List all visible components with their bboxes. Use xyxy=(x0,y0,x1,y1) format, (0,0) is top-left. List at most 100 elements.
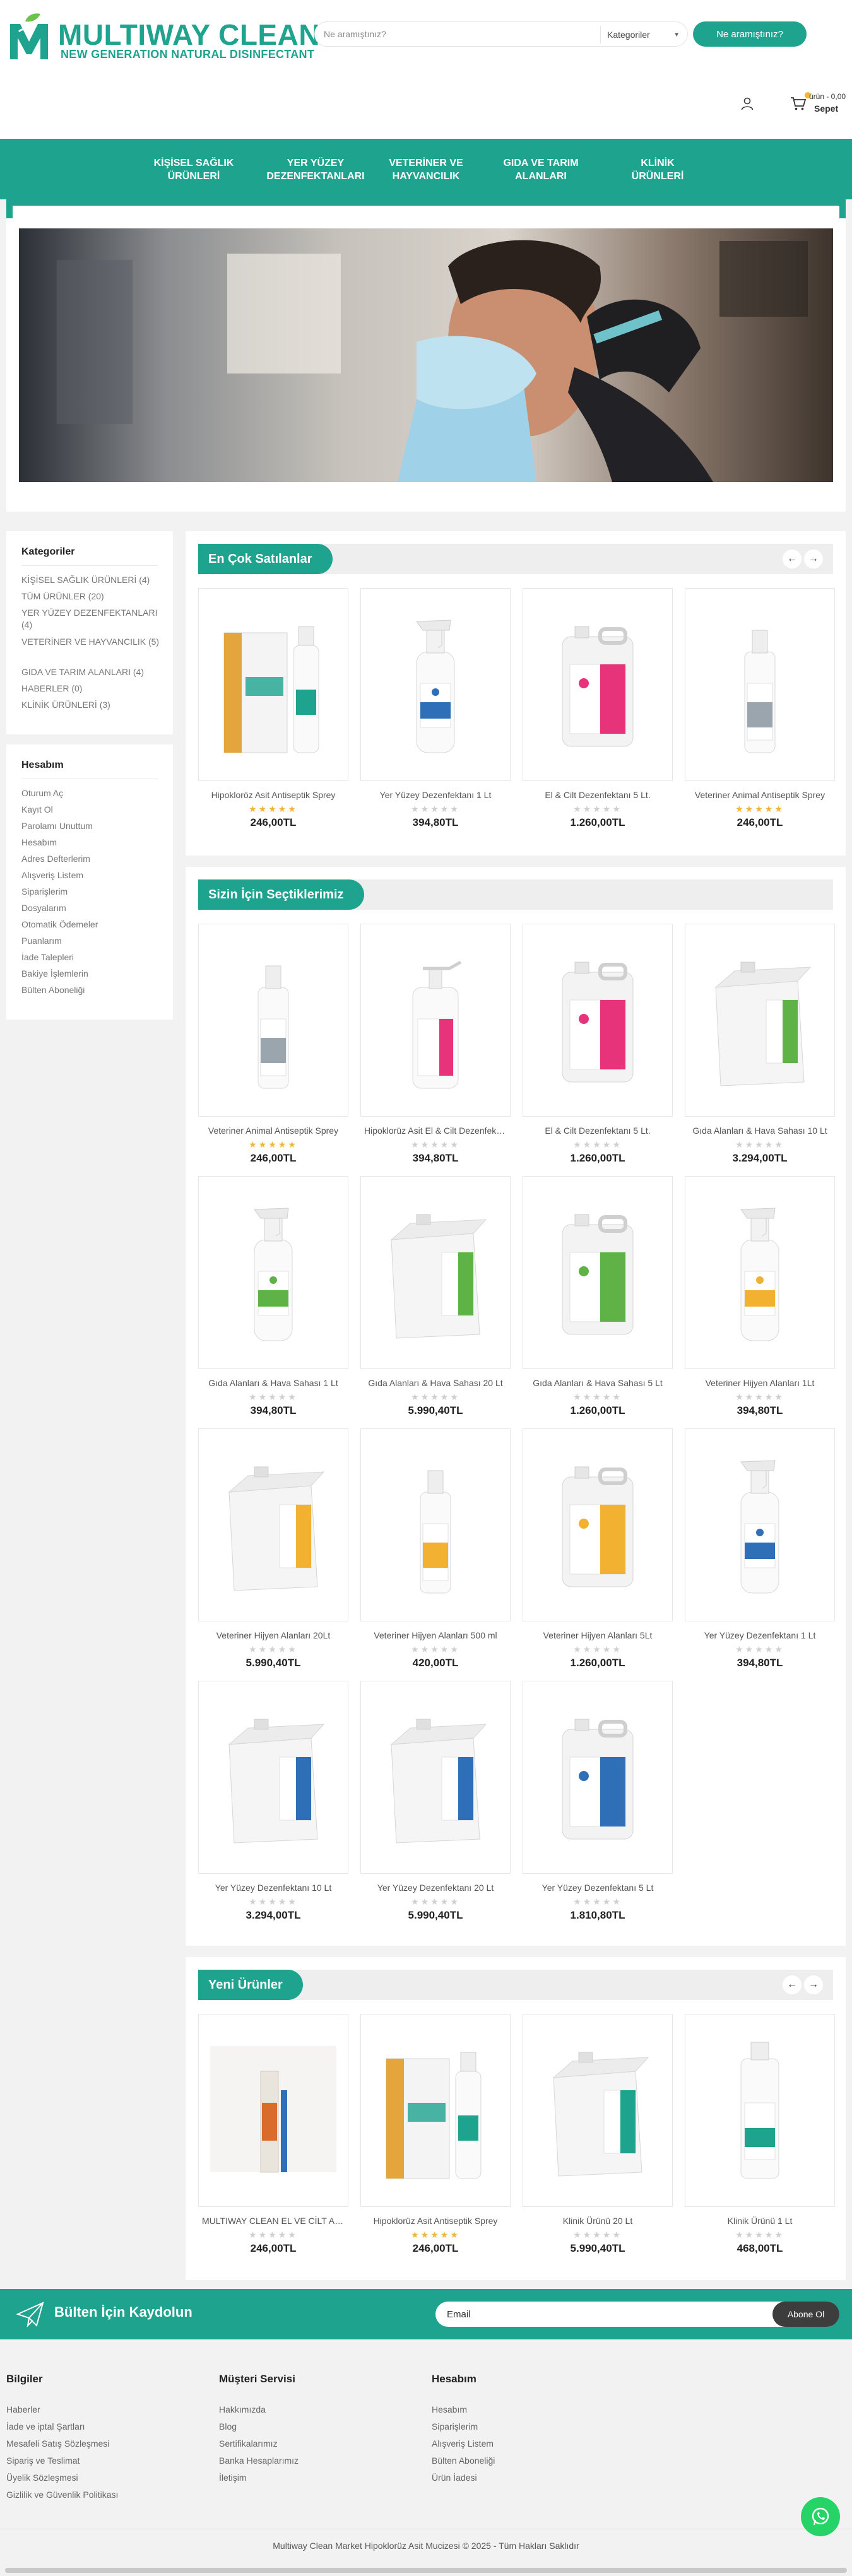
product-image[interactable] xyxy=(210,1448,336,1603)
shopping-cart-icon[interactable] xyxy=(790,96,807,111)
product-card[interactable] xyxy=(198,924,348,1117)
product-card[interactable] xyxy=(360,924,511,1117)
product-name[interactable]: Veteriner Hijyen Alanları 500 ml xyxy=(360,1630,511,1640)
account-link[interactable]: Siparişlerim xyxy=(21,886,163,898)
account-link[interactable]: Dosyalarım xyxy=(21,902,163,914)
user-account-icon[interactable] xyxy=(740,96,755,111)
product-image[interactable] xyxy=(372,1196,499,1350)
product-name[interactable]: El & Cilt Dezenfektanı 5 Lt. xyxy=(523,1126,673,1136)
account-link[interactable]: Kayıt Ol xyxy=(21,804,163,816)
product-image[interactable] xyxy=(372,943,499,1098)
footer-link[interactable]: İletişim xyxy=(219,2473,247,2483)
product-name[interactable]: Hipokloröz Asit Antiseptik Sprey xyxy=(198,790,348,800)
product-card[interactable] xyxy=(685,588,835,781)
product-name[interactable]: Yer Yüzey Dezenfektanı 5 Lt xyxy=(523,1883,673,1893)
product-name[interactable]: Gıda Alanları & Hava Sahası 20 Lt xyxy=(360,1378,511,1388)
footer-link[interactable]: Sipariş ve Teslimat xyxy=(6,2455,80,2466)
product-name[interactable]: El & Cilt Dezenfektanı 5 Lt. xyxy=(523,790,673,800)
product-card[interactable] xyxy=(360,2014,511,2207)
nav-item-clinical[interactable]: KLİNİK ÜRÜNLERİ xyxy=(607,156,708,183)
product-image[interactable] xyxy=(535,1448,661,1603)
product-card[interactable] xyxy=(360,588,511,781)
category-link[interactable]: VETERİNER VE HAYVANCILIK (5) xyxy=(21,636,163,648)
cart-label[interactable]: Sepet xyxy=(814,103,838,114)
footer-link[interactable]: Siparişlerim xyxy=(432,2421,478,2432)
account-link[interactable]: Puanlarım xyxy=(21,935,163,947)
whatsapp-icon[interactable] xyxy=(801,2497,840,2536)
category-link[interactable]: KLİNİK ÜRÜNLERİ (3) xyxy=(21,699,163,711)
account-link[interactable]: Otomatik Ödemeler xyxy=(21,919,163,931)
product-name[interactable]: Yer Yüzey Dezenfektanı 1 Lt xyxy=(360,790,511,800)
nav-item-personal-health[interactable]: KİŞİSEL SAĞLIK ÜRÜNLERİ xyxy=(143,156,244,183)
footer-link[interactable]: Sertifikalarımız xyxy=(219,2438,278,2449)
product-image[interactable] xyxy=(697,608,823,762)
footer-link[interactable]: Hakkımızda xyxy=(219,2404,266,2414)
product-card[interactable] xyxy=(523,1176,673,1369)
product-card[interactable] xyxy=(198,1176,348,1369)
category-link[interactable]: TÜM ÜRÜNLER (20) xyxy=(21,591,163,603)
account-link[interactable]: Hesabım xyxy=(21,837,163,849)
category-link[interactable]: HABERLER (0) xyxy=(21,683,163,695)
account-link[interactable]: Oturum Aç xyxy=(21,787,163,799)
account-link[interactable]: Parolamı Unuttum xyxy=(21,820,163,832)
footer-link[interactable]: Mesafeli Satış Sözleşmesi xyxy=(6,2438,109,2449)
product-card[interactable] xyxy=(198,1681,348,1874)
product-image[interactable] xyxy=(372,608,499,762)
product-card[interactable] xyxy=(198,588,348,781)
search-input[interactable] xyxy=(324,22,589,46)
product-card[interactable] xyxy=(685,2014,835,2207)
product-name[interactable]: Gıda Alanları & Hava Sahası 5 Lt xyxy=(523,1378,673,1388)
footer-link[interactable]: İade ve iptal Şartları xyxy=(6,2421,85,2432)
product-image[interactable] xyxy=(697,2033,823,2188)
product-name[interactable]: Veteriner Animal Antiseptik Sprey xyxy=(685,790,835,800)
subscribe-button[interactable]: Abone Ol xyxy=(772,2302,839,2327)
product-image[interactable] xyxy=(697,1448,823,1603)
account-link[interactable]: Alışveriş Listem xyxy=(21,869,163,881)
product-name[interactable]: Klinik Ürünü 20 Lt xyxy=(523,2216,673,2226)
nav-item-surface-disinfectants[interactable]: YER YÜZEY DEZENFEKTANLARI xyxy=(265,156,366,183)
product-card[interactable] xyxy=(360,1428,511,1621)
footer-link[interactable]: Banka Hesaplarımız xyxy=(219,2455,299,2466)
arrow-right-icon[interactable]: → xyxy=(804,1975,823,1994)
account-link[interactable]: İade Talepleri xyxy=(21,951,163,963)
product-image[interactable] xyxy=(697,1196,823,1350)
footer-link[interactable]: Haberler xyxy=(6,2404,40,2414)
footer-link[interactable]: Hesabım xyxy=(432,2404,467,2414)
product-card[interactable] xyxy=(685,1176,835,1369)
product-image[interactable] xyxy=(210,608,336,762)
product-card[interactable] xyxy=(685,1428,835,1621)
footer-link[interactable]: Üyelik Sözleşmesi xyxy=(6,2473,78,2483)
footer-link[interactable]: Blog xyxy=(219,2421,237,2432)
nav-item-food-agriculture[interactable]: GIDA VE TARIM ALANLARI xyxy=(490,156,591,183)
cart-summary[interactable]: ürün - 0,00 xyxy=(809,92,846,101)
product-image[interactable] xyxy=(372,1448,499,1603)
product-image[interactable] xyxy=(210,2033,336,2188)
product-card[interactable] xyxy=(360,1681,511,1874)
product-name[interactable]: Yer Yüzey Dezenfektanı 1 Lt xyxy=(685,1630,835,1640)
product-image[interactable] xyxy=(535,943,661,1098)
account-link[interactable]: Adres Defterlerim xyxy=(21,853,163,865)
account-link[interactable]: Bülten Aboneliği xyxy=(21,984,163,996)
product-name[interactable]: Yer Yüzey Dezenfektanı 10 Lt xyxy=(198,1883,348,1893)
product-card[interactable] xyxy=(523,2014,673,2207)
product-card[interactable] xyxy=(523,1428,673,1621)
product-image[interactable] xyxy=(210,1196,336,1350)
category-link[interactable]: KİŞİSEL SAĞLIK ÜRÜNLERİ (4) xyxy=(21,574,163,586)
product-card[interactable] xyxy=(198,2014,348,2207)
arrow-right-icon[interactable]: → xyxy=(804,550,823,568)
product-name[interactable]: Klinik Ürünü 1 Lt xyxy=(685,2216,835,2226)
product-image[interactable] xyxy=(210,943,336,1098)
product-name[interactable]: Veteriner Animal Antiseptik Sprey xyxy=(198,1126,348,1136)
product-name[interactable]: Veteriner Hijyen Alanları 20Lt xyxy=(198,1630,348,1640)
footer-link[interactable]: Ürün İadesi xyxy=(432,2473,477,2483)
footer-link[interactable]: Alışveriş Listem xyxy=(432,2438,494,2449)
product-image[interactable] xyxy=(697,943,823,1098)
nav-item-veterinary[interactable]: VETERİNER VE HAYVANCILIK xyxy=(376,156,476,183)
product-name[interactable]: Yer Yüzey Dezenfektanı 20 Lt xyxy=(360,1883,511,1893)
product-card[interactable] xyxy=(685,924,835,1117)
category-link[interactable]: GIDA VE TARIM ALANLARI (4) xyxy=(21,666,163,678)
product-image[interactable] xyxy=(535,1196,661,1350)
product-name[interactable]: Gıda Alanları & Hava Sahası 10 Lt xyxy=(685,1126,835,1136)
arrow-left-icon[interactable]: ← xyxy=(783,1975,802,1994)
account-link[interactable]: Bakiye İşlemlerin xyxy=(21,968,163,980)
